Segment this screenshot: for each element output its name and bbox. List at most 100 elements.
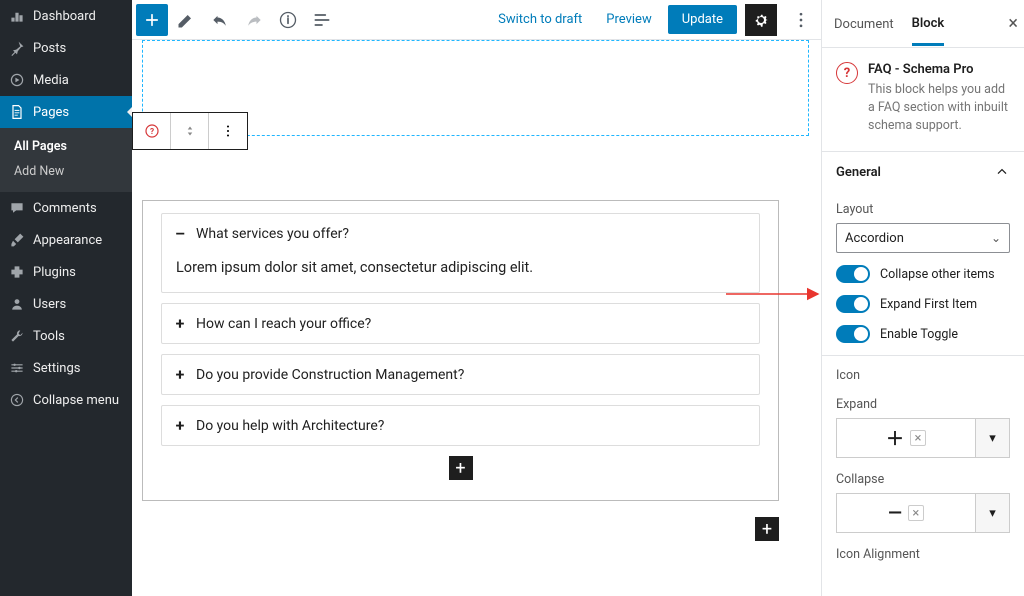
expand-icon-label: Expand <box>836 397 1010 412</box>
toggle-enable-toggle[interactable] <box>836 325 870 343</box>
layout-select[interactable]: Accordion ⌄ <box>836 223 1010 253</box>
tab-block[interactable]: Block <box>912 2 945 46</box>
faq-block-icon: ? <box>836 62 858 84</box>
faq-answer-text[interactable]: Lorem ipsum dolor sit amet, consectetur … <box>162 253 759 292</box>
redo-button[interactable] <box>238 4 270 36</box>
faq-block[interactable]: – What services you offer? Lorem ipsum d… <box>142 200 779 501</box>
faq-item[interactable]: – What services you offer? Lorem ipsum d… <box>161 213 760 293</box>
plugin-icon <box>8 263 26 281</box>
sidebar-label: Appearance <box>33 233 102 248</box>
sidebar-item-posts[interactable]: Posts <box>0 32 132 64</box>
faq-question-row[interactable]: + How can I reach your office? <box>162 304 759 343</box>
sidebar-item-dashboard[interactable]: Dashboard <box>0 0 132 32</box>
remove-icon-button[interactable]: × <box>908 505 924 521</box>
layout-label: Layout <box>836 202 1010 217</box>
sidebar-label: Posts <box>33 41 66 56</box>
toggle-expand-first[interactable] <box>836 295 870 313</box>
faq-question-text: Do you provide Construction Management? <box>196 367 464 383</box>
plus-icon: + <box>174 314 186 333</box>
more-options-button[interactable] <box>785 4 817 36</box>
sidebar-label: Users <box>33 297 66 312</box>
expand-icon-picker[interactable]: ＋ × <box>836 418 976 458</box>
svg-text:?: ? <box>149 127 153 137</box>
faq-item[interactable]: + Do you provide Construction Management… <box>161 354 760 395</box>
users-icon <box>8 295 26 313</box>
add-block-below-button[interactable]: + <box>755 517 779 541</box>
sidebar-item-settings[interactable]: Settings <box>0 352 132 384</box>
sidebar-item-media[interactable]: Media <box>0 64 132 96</box>
tools-icon <box>8 327 26 345</box>
settings-scroll[interactable]: ? FAQ - Schema Pro This block helps you … <box>822 48 1024 596</box>
sidebar-item-collapse[interactable]: Collapse menu <box>0 384 132 416</box>
faq-item[interactable]: + Do you help with Architecture? <box>161 405 760 446</box>
pin-icon <box>8 39 26 57</box>
toggle-label: Expand First Item <box>880 297 977 312</box>
plus-icon: + <box>174 365 186 384</box>
update-button[interactable]: Update <box>668 5 737 34</box>
layout-select-value: Accordion <box>845 231 904 246</box>
faq-question-text: What services you offer? <box>196 226 349 242</box>
sidebar-item-plugins[interactable]: Plugins <box>0 256 132 288</box>
plus-icon: ＋ <box>886 425 904 451</box>
plus-icon: + <box>174 416 186 435</box>
toggle-label: Enable Toggle <box>880 327 958 342</box>
sidebar-submenu-pages: All Pages Add New <box>0 128 132 192</box>
faq-item[interactable]: + How can I reach your office? <box>161 303 760 344</box>
block-help-text: This block helps you add a FAQ section w… <box>868 81 1010 135</box>
faq-question-text: How can I reach your office? <box>196 316 371 332</box>
sidebar-subitem-add-new[interactable]: Add New <box>0 159 132 184</box>
add-faq-item-button[interactable]: + <box>449 456 473 480</box>
sidebar-label: Collapse menu <box>33 393 119 408</box>
settings-toggle-button[interactable] <box>745 4 777 36</box>
undo-button[interactable] <box>204 4 236 36</box>
brush-icon <box>8 231 26 249</box>
icon-align-label: Icon Alignment <box>836 547 1010 562</box>
expand-icon-dropdown[interactable]: ▾ <box>976 418 1010 458</box>
faq-question-row[interactable]: + Do you provide Construction Management… <box>162 355 759 394</box>
close-settings-button[interactable]: × <box>1008 13 1018 34</box>
tab-document[interactable]: Document <box>834 3 894 44</box>
minus-icon: — <box>888 503 902 524</box>
block-toolbar: ? <box>132 112 248 150</box>
edit-mode-button[interactable] <box>170 4 202 36</box>
icon-section-label: Icon <box>836 368 1010 383</box>
chevron-up-icon <box>994 164 1010 180</box>
pages-icon <box>8 103 26 121</box>
block-move-buttons[interactable] <box>171 113 209 149</box>
sidebar-label: Dashboard <box>33 9 96 24</box>
block-more-button[interactable] <box>209 113 247 149</box>
sidebar-item-comments[interactable]: Comments <box>0 192 132 224</box>
sidebar-label: Pages <box>33 105 69 120</box>
collapse-icon-dropdown[interactable]: ▾ <box>976 493 1010 533</box>
caret-down-icon: ▾ <box>989 506 996 521</box>
sidebar-item-appearance[interactable]: Appearance <box>0 224 132 256</box>
editor-canvas-scroll[interactable]: ? – What services you offer? Lorem ipsum… <box>132 40 821 596</box>
sidebar-item-pages[interactable]: Pages <box>0 96 132 128</box>
sidebar-item-users[interactable]: Users <box>0 288 132 320</box>
collapse-icon-picker[interactable]: — × <box>836 493 976 533</box>
remove-icon-button[interactable]: × <box>910 430 926 446</box>
collapse-icon <box>8 391 26 409</box>
switch-to-draft-button[interactable]: Switch to draft <box>490 6 590 33</box>
chevron-down-icon: ⌄ <box>991 231 1001 245</box>
faq-question-row[interactable]: – What services you offer? <box>162 214 759 253</box>
block-type-button[interactable]: ? <box>133 113 171 149</box>
media-icon <box>8 71 26 89</box>
sidebar-item-tools[interactable]: Tools <box>0 320 132 352</box>
dashboard-icon <box>8 7 26 25</box>
info-button[interactable] <box>272 4 304 36</box>
sidebar-subitem-all-pages[interactable]: All Pages <box>0 134 132 159</box>
sidebar-label: Comments <box>33 201 97 216</box>
sidebar-label: Plugins <box>33 265 76 280</box>
comments-icon <box>8 199 26 217</box>
outline-button[interactable] <box>306 4 338 36</box>
settings-panel: Document Block × ? FAQ - Schema Pro This… <box>822 0 1024 596</box>
faq-question-row[interactable]: + Do you help with Architecture? <box>162 406 759 445</box>
settings-tabs: Document Block × <box>822 0 1024 48</box>
toggle-collapse-other[interactable] <box>836 265 870 283</box>
panel-section-general[interactable]: General <box>822 151 1024 192</box>
add-block-button[interactable] <box>136 4 168 36</box>
block-description: ? FAQ - Schema Pro This block helps you … <box>822 48 1024 151</box>
section-title: General <box>836 165 881 180</box>
preview-button[interactable]: Preview <box>598 6 659 33</box>
